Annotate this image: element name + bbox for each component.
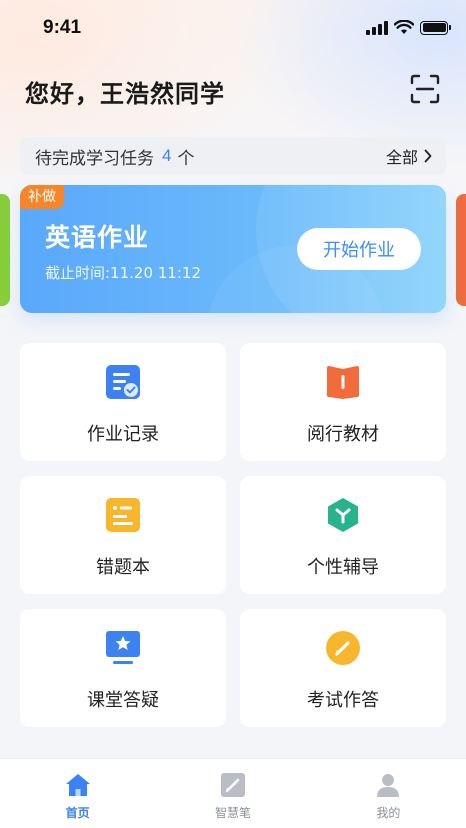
tab-home[interactable]: 首页 (0, 759, 155, 828)
tab-label: 我的 (376, 806, 401, 820)
pending-tasks-count: 4 (162, 146, 172, 165)
tab-profile[interactable]: 我的 (311, 759, 466, 828)
status-bar: 9:41 (0, 0, 466, 58)
next-card-peek[interactable] (456, 194, 466, 306)
view-all-label: 全部 (385, 148, 418, 167)
feature-classroom-qa[interactable]: 课堂答疑 (20, 609, 226, 727)
profile-icon (377, 774, 400, 797)
pending-tasks-label: 待完成学习任务 (35, 148, 154, 169)
textbook-icon (327, 366, 359, 399)
cellular-signal-icon (366, 20, 388, 35)
pending-tasks-unit: 个 (177, 148, 195, 169)
mistake-notebook-icon (106, 498, 140, 532)
feature-label: 课堂答疑 (87, 690, 159, 711)
battery-icon (420, 20, 451, 35)
feature-exam-answer[interactable]: 考试作答 (240, 609, 446, 727)
feature-label: 阅行教材 (307, 424, 379, 445)
personal-tutoring-icon (328, 498, 358, 532)
feature-label: 个性辅导 (307, 557, 379, 578)
feature-textbook[interactable]: 阅行教材 (240, 343, 446, 461)
exam-answer-icon (326, 631, 360, 665)
scan-icon[interactable] (410, 74, 440, 104)
tab-label: 智慧笔 (214, 806, 251, 820)
smart-pen-icon (220, 773, 245, 797)
bottom-tab-bar: 首页 智慧笔 我的 (0, 758, 466, 828)
wifi-icon (394, 20, 414, 34)
pending-tasks-bar[interactable]: 待完成学习任务 4 个 全部 (20, 137, 446, 175)
homework-title: 英语作业 (45, 223, 150, 252)
homework-deadline: 截止时间:11.20 11:12 (45, 264, 201, 282)
feature-mistake-notebook[interactable]: 错题本 (20, 476, 226, 594)
feature-label: 作业记录 (87, 424, 159, 445)
status-time: 9:41 (43, 17, 82, 38)
greeting-title: 您好，王浩然同学 (25, 80, 225, 108)
start-homework-button[interactable]: 开始作业 (297, 228, 421, 270)
feature-label: 错题本 (96, 557, 150, 578)
feature-label: 考试作答 (307, 690, 379, 711)
classroom-qa-icon (106, 631, 140, 664)
homework-card[interactable]: 补做 英语作业 截止时间:11.20 11:12 开始作业 (20, 185, 446, 313)
homework-record-icon (106, 365, 140, 399)
previous-card-peek[interactable] (0, 194, 10, 306)
feature-personal-tutoring[interactable]: 个性辅导 (240, 476, 446, 594)
chevron-right-icon (424, 149, 432, 163)
makeup-badge: 补做 (20, 185, 64, 209)
tab-label: 首页 (65, 806, 90, 820)
status-icons (366, 20, 451, 35)
feature-homework-record[interactable]: 作业记录 (20, 343, 226, 461)
home-icon (65, 774, 90, 796)
tab-smart-pen[interactable]: 智慧笔 (155, 759, 310, 828)
view-all-link[interactable]: 全部 (386, 144, 432, 168)
